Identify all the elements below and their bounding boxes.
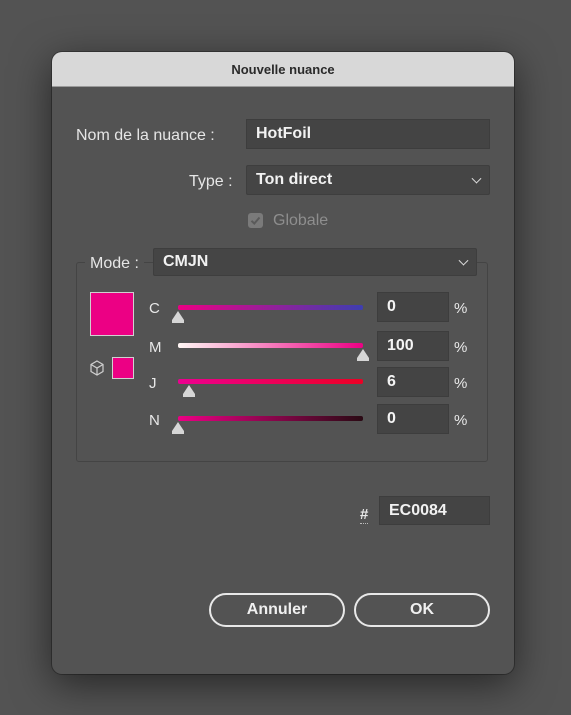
cyan-slider-thumb[interactable] — [172, 311, 184, 323]
out-of-web-gamut-cube-icon[interactable] — [89, 360, 105, 376]
magenta-percent-label: % — [454, 339, 468, 356]
black-value-field[interactable]: 0 — [377, 404, 449, 434]
new-swatch-dialog: Nouvelle nuance Nom de la nuance : HotFo… — [52, 52, 514, 674]
yellow-slider-track[interactable] — [178, 379, 363, 384]
color-preview-swatch — [90, 292, 134, 336]
hex-value-field[interactable]: EC0084 — [379, 496, 490, 525]
yellow-value-field[interactable]: 6 — [377, 367, 449, 397]
channel-label-n: N — [149, 412, 160, 429]
web-safe-color-swatch[interactable] — [112, 357, 134, 379]
global-label: Globale — [273, 212, 329, 229]
swatch-name-label: Nom de la nuance : — [76, 127, 215, 144]
chevron-down-icon — [458, 255, 469, 266]
channel-label-m: M — [149, 339, 162, 356]
checkmark-icon — [250, 216, 261, 225]
cyan-percent-label: % — [454, 300, 468, 317]
swatch-name-input[interactable]: HotFoil — [246, 119, 490, 149]
black-slider-track[interactable] — [178, 416, 363, 421]
ok-button[interactable]: OK — [354, 593, 490, 627]
magenta-value-field[interactable]: 100 — [377, 331, 449, 361]
cancel-button[interactable]: Annuler — [209, 593, 345, 627]
black-percent-label: % — [454, 412, 468, 429]
channel-label-j: J — [149, 375, 157, 392]
chevron-down-icon — [471, 173, 482, 184]
dialog-title: Nouvelle nuance — [52, 52, 514, 87]
black-slider-thumb[interactable] — [172, 422, 184, 434]
cyan-slider-track[interactable] — [178, 305, 363, 310]
global-checkbox[interactable] — [248, 213, 263, 228]
type-label: Type : — [189, 173, 233, 190]
type-select-value: Ton direct — [256, 171, 333, 188]
type-select[interactable]: Ton direct — [246, 165, 490, 195]
cyan-value-field[interactable]: 0 — [377, 292, 449, 322]
yellow-slider-thumb[interactable] — [183, 385, 196, 397]
channel-label-c: C — [149, 300, 160, 317]
hex-label: # — [360, 506, 369, 524]
magenta-slider-track[interactable] — [178, 343, 363, 348]
yellow-percent-label: % — [454, 375, 468, 392]
mode-select[interactable]: CMJN — [153, 248, 477, 276]
magenta-slider-thumb[interactable] — [357, 349, 369, 361]
mode-select-value: CMJN — [163, 253, 209, 270]
mode-label: Mode : — [85, 255, 144, 273]
